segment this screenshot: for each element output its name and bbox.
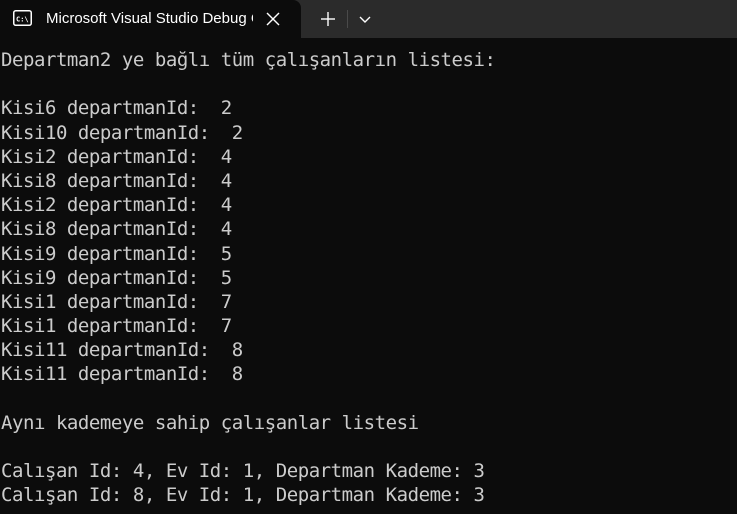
console-line: Kisi10 departmanId: 2 <box>1 121 243 144</box>
console-line: Kisi9 departmanId: 5 <box>1 266 232 289</box>
svg-text:C:\: C:\ <box>16 16 29 24</box>
console-line: Kisi6 departmanId: 2 <box>1 97 232 120</box>
console-line: Kisi8 departmanId: 4 <box>1 169 232 192</box>
console-line: Kisi1 departmanId: 7 <box>1 315 232 338</box>
chevron-down-icon[interactable] <box>352 6 378 32</box>
tab-debug-console[interactable]: C:\ Microsoft Visual Studio Debug Consol… <box>0 0 301 38</box>
console-line: Kisi1 departmanId: 7 <box>1 290 232 313</box>
console-line: Kisi9 departmanId: 5 <box>1 242 232 265</box>
tab-title: Microsoft Visual Studio Debug Console <box>46 10 253 27</box>
console-line: Calışan Id: 4, Ev Id: 1, Departman Kadem… <box>1 460 485 483</box>
console-line: Aynı kademeye sahip çalışanlar listesi <box>1 411 419 434</box>
close-icon[interactable] <box>262 8 284 30</box>
console-app-icon: C:\ <box>13 10 32 26</box>
plus-icon[interactable] <box>314 6 342 32</box>
console-line: Kisi11 departmanId: 8 <box>1 363 243 386</box>
console-line: Kisi2 departmanId: 4 <box>1 145 232 168</box>
tab-divider <box>347 10 348 28</box>
console-line: Departman2 ye bağlı tüm çalışanların lis… <box>1 49 496 71</box>
console-output[interactable]: Departman2 ye bağlı tüm çalışanların lis… <box>0 48 737 514</box>
terminal-window: C:\ Microsoft Visual Studio Debug Consol… <box>0 0 737 514</box>
console-line: Kisi8 departmanId: 4 <box>1 218 232 241</box>
tab-bar: C:\ Microsoft Visual Studio Debug Consol… <box>0 0 737 38</box>
console-line: Kisi2 departmanId: 4 <box>1 194 232 217</box>
console-line: Calışan Id: 8, Ev Id: 1, Departman Kadem… <box>1 484 485 507</box>
console-line: Kisi11 departmanId: 8 <box>1 339 243 362</box>
